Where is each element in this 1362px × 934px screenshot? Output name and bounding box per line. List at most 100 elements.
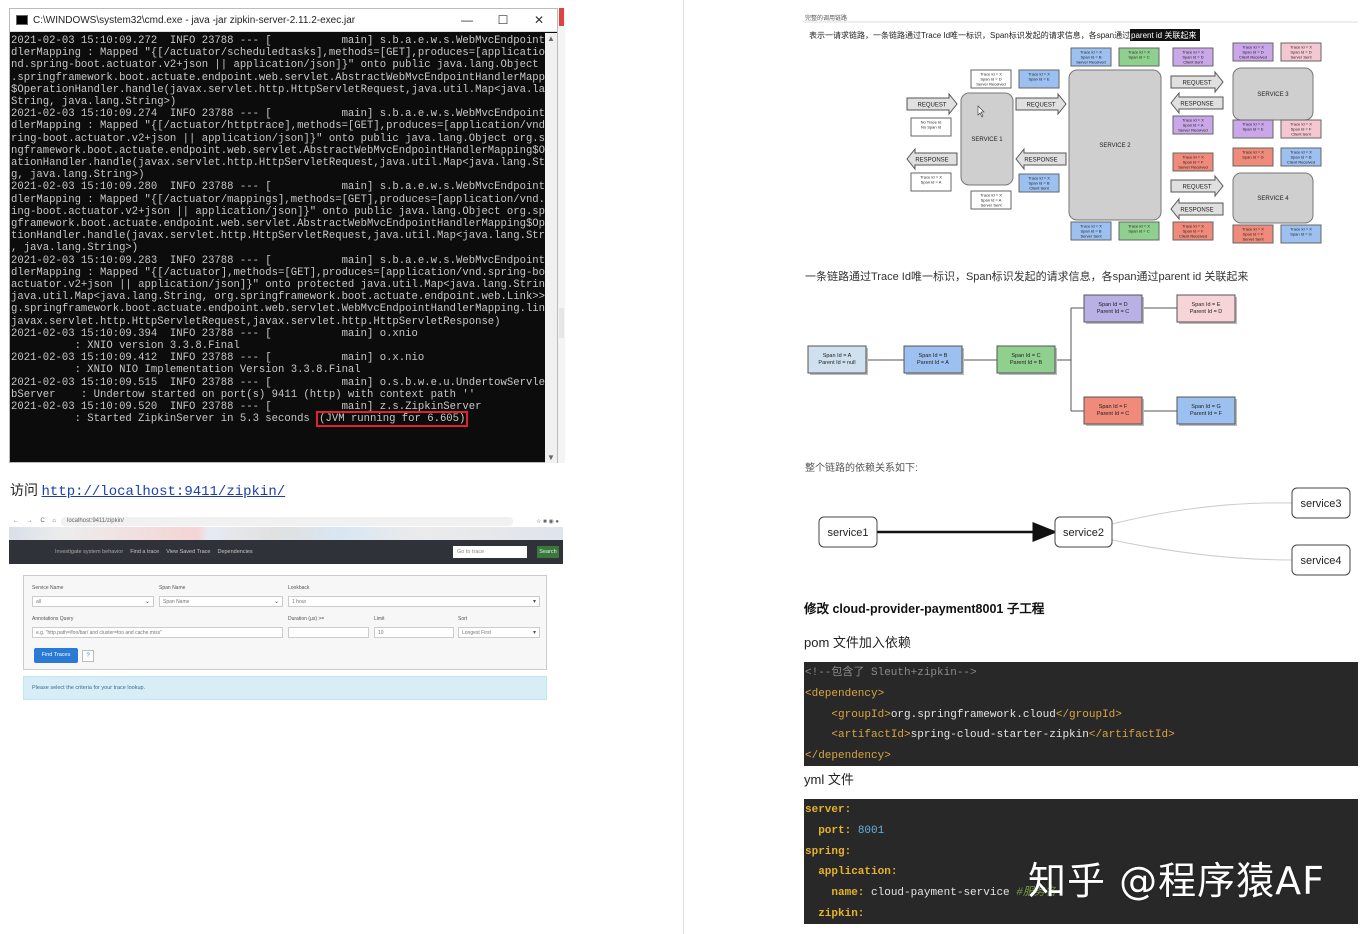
- span-node-label: Parent Id = A: [917, 360, 949, 366]
- nav-saved-trace[interactable]: View Saved Trace: [166, 549, 210, 555]
- trace-card-text: Server Sent: [1242, 237, 1264, 242]
- minimize-button[interactable]: —: [449, 13, 485, 27]
- console-line: String, java.lang.String>): [11, 96, 177, 109]
- console-line: dlerMapping : Mapped "{[/actuator],metho…: [11, 266, 546, 279]
- cmd-titlebar[interactable]: C:\WINDOWS\system32\cmd.exe - java -jar …: [10, 9, 557, 32]
- trace-card-text: Client Received: [1287, 160, 1315, 165]
- duration-label: Duration (μs) >=: [288, 616, 325, 622]
- console-line: 2021-02-03 15:10:09.394 INFO 23788 --- […: [11, 327, 418, 340]
- console-line: ing-boot.actuator.v2+json || application…: [11, 205, 546, 218]
- console-line: dlerMapping : Mapped "{[/actuator/schedu…: [11, 47, 546, 60]
- trace-card-text: Client Received: [1179, 234, 1207, 239]
- service-node-label: service3: [1301, 498, 1342, 510]
- zipkin-navbar: Investigate system behavior Find a trace…: [9, 540, 563, 564]
- trace-card-text: Server Received: [1178, 128, 1208, 133]
- arrow-label: REQUEST: [1026, 103, 1055, 109]
- lookback-label: Lookback: [288, 585, 310, 591]
- span-name-select[interactable]: Span Name ⌄: [159, 596, 283, 607]
- dependency-svg: service1 service2 service3 service4: [818, 487, 1351, 576]
- console-line: java.util.Map<java.lang.String, org.spri…: [11, 291, 546, 304]
- call-chain-diagram: 完整的调用链路 表示一请求链路，一条链路通过Trace Id唯一标识，Span标…: [803, 8, 1358, 253]
- bookmarks-bar: [9, 527, 563, 540]
- code-line: <!--包含了 Sleuth+zipkin-->: [805, 667, 977, 679]
- info-alert: Please select the criteria for your trac…: [23, 676, 547, 700]
- service-node-label: service1: [828, 527, 869, 539]
- goto-trace-input[interactable]: Go to trace: [453, 546, 527, 558]
- arrow-label: REQUEST: [1182, 81, 1211, 87]
- span-node-label: Span Id = B: [919, 353, 948, 359]
- dependency-diagram: service1 service2 service3 service4: [810, 482, 1355, 582]
- code-line: port: 8001: [818, 824, 885, 837]
- service-name-select[interactable]: all ⌄: [32, 596, 154, 607]
- console-line: g.springframework.boot.actuate.endpoint.…: [11, 303, 546, 316]
- limit-label: Limit: [374, 616, 385, 622]
- limit-input[interactable]: 10: [374, 627, 454, 638]
- sort-label: Sort: [458, 616, 468, 622]
- console-line: 2021-02-03 15:10:09.515 INFO 23788 --- […: [11, 376, 546, 389]
- span-node-label: Parent Id = C: [1097, 411, 1130, 417]
- span-node-label: Parent Id = C: [1097, 309, 1130, 315]
- console-line: 2021-02-03 15:10:09.274 INFO 23788 --- […: [11, 108, 546, 121]
- cmd-window[interactable]: C:\WINDOWS\system32\cmd.exe - java -jar …: [9, 8, 558, 463]
- scroll-down-icon[interactable]: ▼: [545, 453, 557, 462]
- span-tree-diagram: Span Id = A Parent Id = null Span Id = B Pa…: [803, 288, 1263, 428]
- help-icon[interactable]: ?: [82, 650, 94, 662]
- span-node-label: Parent Id = B: [1010, 360, 1043, 366]
- annotations-label: Annotations Query: [32, 616, 74, 622]
- close-button[interactable]: ✕: [521, 13, 557, 27]
- sort-select[interactable]: Longest First ▾: [458, 627, 540, 638]
- span-node-label: Parent Id = null: [818, 360, 855, 366]
- pom-code-block: <!--包含了 Sleuth+zipkin--> <dependency> <g…: [804, 662, 1358, 766]
- maximize-button[interactable]: ☐: [485, 13, 521, 27]
- nav-find-trace[interactable]: Find a trace: [130, 549, 159, 555]
- address-bar[interactable]: localhost:9411/zipkin/: [61, 516, 513, 526]
- arrow-label: RESPONSE: [915, 158, 948, 164]
- console-line: $OperationHandler.handle(javax.servlet.h…: [11, 83, 546, 96]
- search-panel: Service Name Span Name Lookback all ⌄ Spa…: [23, 575, 547, 670]
- trace-card-text: Client Received: [1239, 55, 1267, 60]
- cmd-icon: [16, 15, 28, 25]
- browser-bar: ← → C ⌂ localhost:9411/zipkin/ ☆ ■ ◉ ●: [9, 515, 563, 527]
- scroll-up-icon[interactable]: ▲: [545, 34, 557, 43]
- trace-card-text: Span Id = A: [921, 180, 942, 185]
- console-line: tionHandler.handle(javax.servlet.http.Ht…: [11, 230, 546, 243]
- trace-card-text: Span Id = E: [1242, 127, 1263, 132]
- console-line: ring-boot.actuator.v2+json || applicatio…: [11, 132, 546, 145]
- code-line: server:: [805, 804, 852, 816]
- extension-icons[interactable]: ☆ ■ ◉ ●: [513, 518, 563, 525]
- pom-text: pom 文件加入依赖: [804, 635, 911, 650]
- goto-search-button[interactable]: Search: [537, 546, 559, 558]
- caption-dependency: 整个链路的依赖关系如下:: [805, 463, 918, 474]
- span-node-label: Span Id = A: [823, 353, 852, 359]
- trace-card-text: Span Id = G: [1290, 232, 1311, 237]
- find-traces-button[interactable]: Find Traces: [34, 648, 78, 663]
- trace-card-text: No Span Id: [921, 125, 941, 130]
- trace-card-text: Span Id = C: [1128, 55, 1149, 60]
- service-label: SERVICE 2: [1099, 143, 1131, 149]
- lookback-select[interactable]: 1 hour ▾: [288, 596, 540, 607]
- span-tree-svg: Span Id = AParent Id = nullSpan Id = BPa…: [807, 294, 1237, 426]
- duration-input[interactable]: [288, 627, 369, 638]
- code-line: <dependency>: [805, 687, 885, 700]
- nav-investigate[interactable]: Investigate system behavior: [55, 549, 123, 555]
- trace-card-text: Client Sent: [1029, 186, 1049, 191]
- annotations-input[interactable]: e.g. "http.path=/foo/bar/ and cluster=fo…: [32, 627, 283, 638]
- span-node-label: Span Id = D: [1098, 302, 1127, 308]
- zipkin-link[interactable]: http://localhost:9411/zipkin/: [42, 484, 286, 500]
- call-chain-svg: 完整的调用链路 表示一请求链路，一条链路通过Trace Id唯一标识，Span标…: [803, 8, 1358, 253]
- console-line: gframework.boot.actuate.endpoint.web.ser…: [11, 218, 546, 231]
- console-line: g, java.lang.String>): [11, 169, 145, 182]
- arrow-label: RESPONSE: [1024, 158, 1057, 164]
- browser-nav-icons[interactable]: ← → C ⌂: [9, 518, 61, 524]
- service-node-label: service4: [1301, 555, 1342, 567]
- console-line: nd.spring-boot.actuator.v2+json || appli…: [11, 59, 546, 72]
- service-node-label: service2: [1063, 527, 1104, 539]
- span-node-label: Parent Id = D: [1190, 309, 1223, 315]
- trace-card-text: Client Sent: [1291, 132, 1311, 137]
- watermark: 知乎 @程序猿AF: [1028, 859, 1325, 903]
- arrow-label: RESPONSE: [1180, 208, 1213, 214]
- visit-line: 访问 http://localhost:9411/zipkin/: [10, 484, 286, 500]
- span-node-label: Span Id = F: [1099, 404, 1128, 410]
- console-scrollbar[interactable]: ▲ ▼: [545, 33, 557, 463]
- nav-dependencies[interactable]: Dependencies: [217, 549, 252, 555]
